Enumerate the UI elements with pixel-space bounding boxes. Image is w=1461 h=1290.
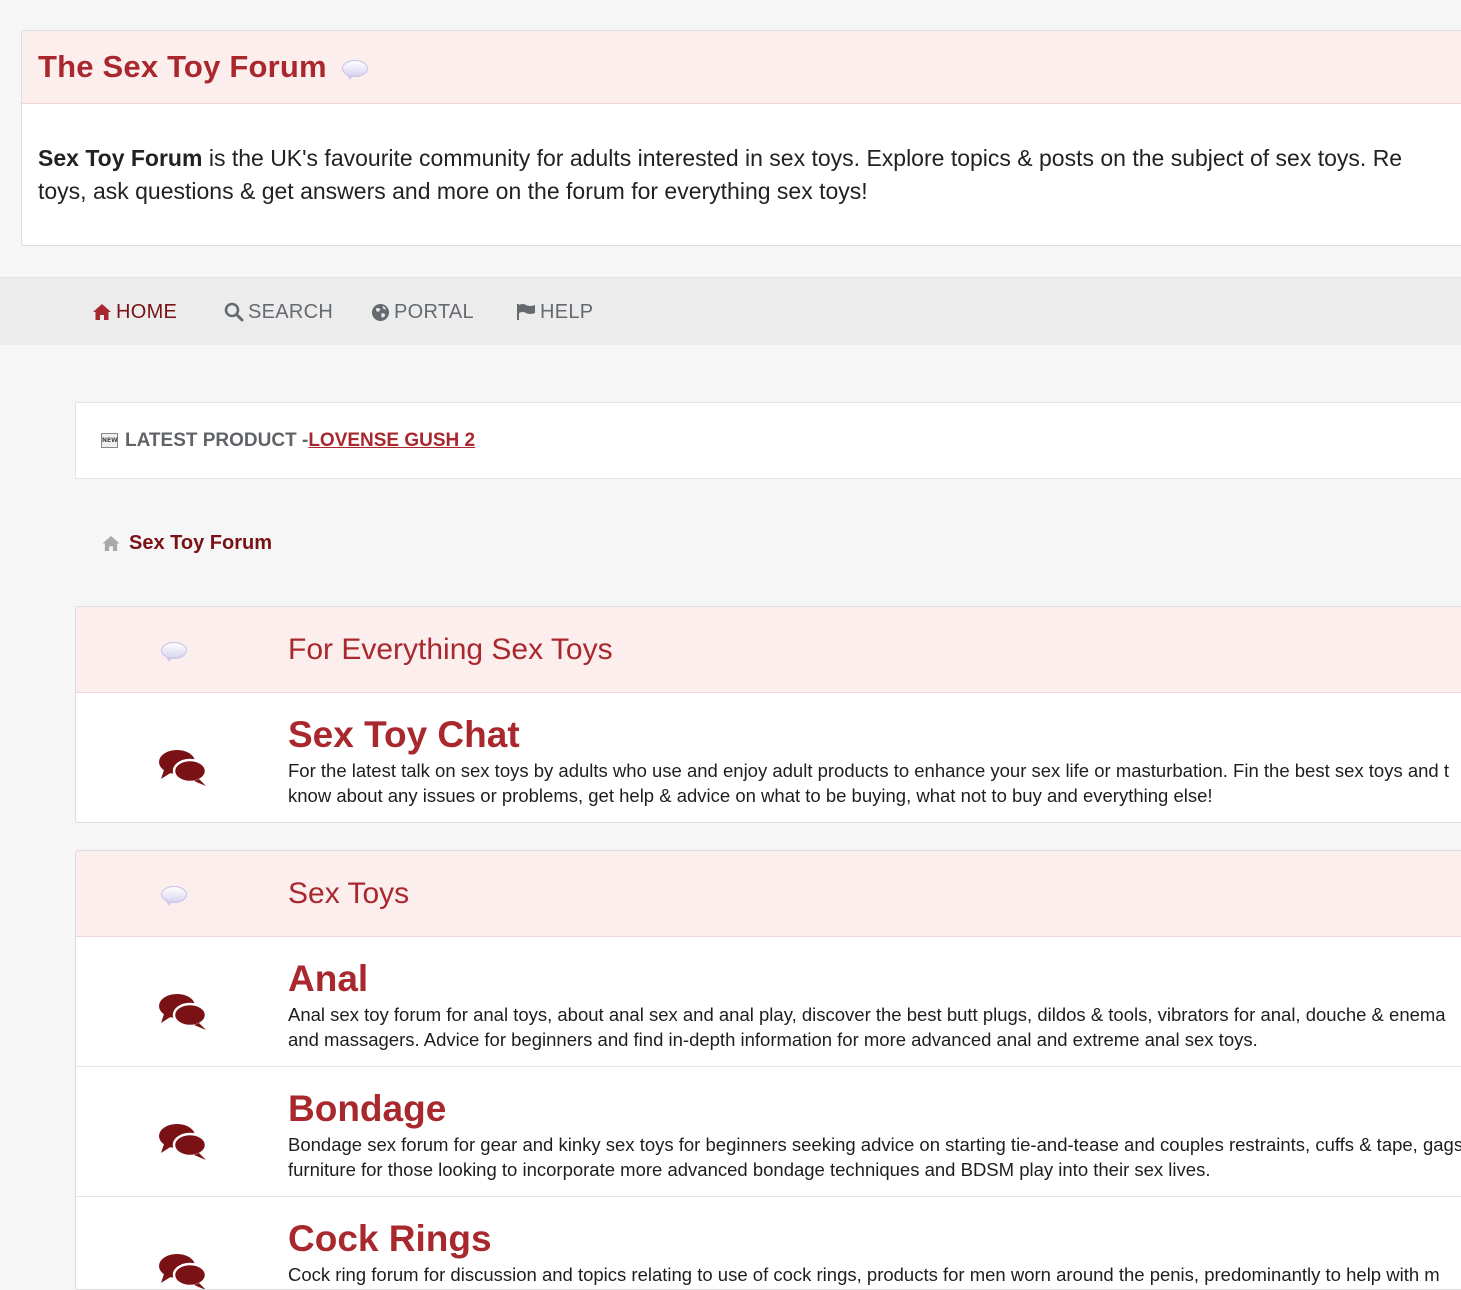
nav-home-link[interactable]: HOME [92,278,177,346]
intro-lead-bold: Sex Toy Forum [38,145,203,171]
intro-description: Sex Toy Forum is the UK's favourite comm… [22,104,1461,208]
category-header: Sex Toys [76,851,1461,937]
forum-comments-icon [159,750,208,786]
intro-header: The Sex Toy Forum [22,31,1461,104]
speech-bubble-icon [341,59,368,80]
intro-line-1: Sex Toy Forum is the UK's favourite comm… [38,142,1461,175]
site-title[interactable]: The Sex Toy Forum [38,49,327,85]
forum-description: Bondage sex forum for gear and kinky sex… [288,1132,1461,1182]
latest-product-label: LATEST PRODUCT - [125,429,309,451]
forum-row: Anal Anal sex toy forum for anal toys, a… [76,937,1461,1067]
forum-row: Sex Toy Chat For the latest talk on sex … [76,693,1461,822]
category-title[interactable]: Sex Toys [288,851,409,936]
breadcrumb: Sex Toy Forum [101,528,272,558]
forum-title-link[interactable]: Anal [288,957,368,1001]
forum-row: Bondage Bondage sex forum for gear and k… [76,1067,1461,1197]
forum-description-line: Cock ring forum for discussion and topic… [288,1264,1440,1285]
forum-description-line: furniture for those looking to incorpora… [288,1159,1211,1180]
new-badge-icon: NEW [101,433,118,448]
forum-description: Anal sex toy forum for anal toys, about … [288,1002,1461,1052]
speech-bubble-icon [161,642,187,662]
search-icon [224,302,244,322]
category-title[interactable]: For Everything Sex Toys [288,607,613,692]
forum-comments-icon [159,1124,208,1160]
nav-help-label: HELP [540,300,594,323]
nav-portal-link[interactable]: PORTAL [371,278,474,346]
nav-help-link[interactable]: HELP [516,278,593,346]
forum-title-link[interactable]: Cock Rings [288,1217,492,1261]
home-icon [93,304,111,320]
nav-home-label: HOME [116,300,178,323]
forum-description-line: For the latest talk on sex toys by adult… [288,760,1450,781]
category-header: For Everything Sex Toys [76,607,1461,693]
forum-comments-icon [159,994,208,1030]
forum-description-line: and massagers. Advice for beginners and … [288,1029,1258,1050]
forum-category: Sex Toys Anal Anal sex toy forum for ana… [75,850,1461,1290]
nav-search-link[interactable]: SEARCH [224,278,333,346]
latest-product-bar: NEW LATEST PRODUCT - LOVENSE GUSH 2 [75,402,1461,479]
latest-product-link[interactable]: LOVENSE GUSH 2 [308,430,475,452]
forum-description-line: Bondage sex forum for gear and kinky sex… [288,1134,1461,1155]
forum-comments-icon [159,1254,208,1289]
main-navbar: HOME SEARCH PORTAL HELP [0,277,1461,345]
breadcrumb-link-home[interactable]: Sex Toy Forum [129,532,272,555]
nav-search-label: SEARCH [248,300,334,323]
forum-description: Cock ring forum for discussion and topic… [288,1262,1461,1287]
intro-line-1-text: is the UK's favourite community for adul… [202,145,1403,171]
speech-bubble-icon [161,886,187,906]
forum-row: Cock Rings Cock ring forum for discussio… [76,1197,1461,1289]
forum-title-link[interactable]: Bondage [288,1087,446,1131]
home-icon [102,535,120,551]
forum-category: For Everything Sex Toys Sex Toy Chat For… [75,606,1461,823]
intro-line-2: toys, ask questions & get answers and mo… [38,178,868,204]
forum-intro-box: The Sex Toy Forum Sex Toy Forum is the U… [21,30,1461,246]
globe-icon [371,303,390,321]
forum-title-link[interactable]: Sex Toy Chat [288,713,520,757]
forum-description-line: Anal sex toy forum for anal toys, about … [288,1004,1446,1025]
forum-description-line: know about any issues or problems, get h… [288,785,1213,806]
nav-portal-label: PORTAL [394,300,474,323]
forum-description: For the latest talk on sex toys by adult… [288,758,1461,808]
flag-icon [517,304,535,320]
